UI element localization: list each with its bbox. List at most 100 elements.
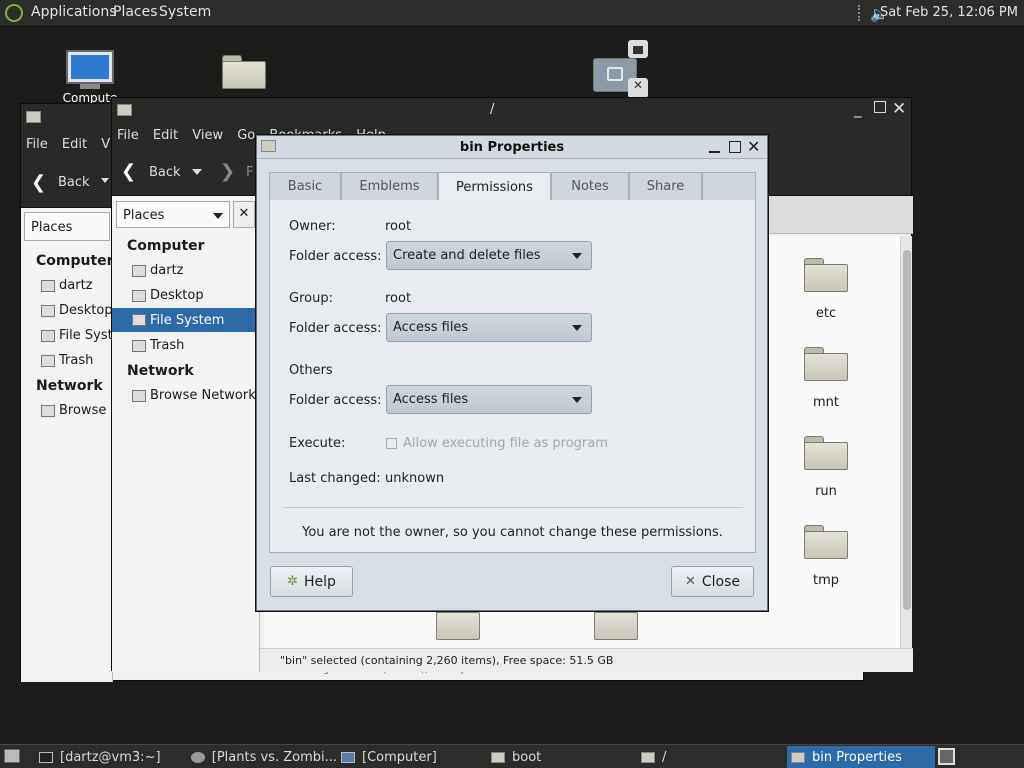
places-combo[interactable]: Places xyxy=(116,201,230,228)
folder-item-partial[interactable] xyxy=(436,606,480,640)
close-button[interactable]: ✕ xyxy=(892,99,906,119)
back-sidebar-item-browse-network[interactable]: Browse N xyxy=(41,403,120,418)
execute-label: Execute: xyxy=(289,436,346,451)
tab-emblems[interactable]: Emblems xyxy=(341,172,438,200)
execute-checkbox[interactable]: Allow executing file as program xyxy=(386,436,608,451)
desktop-folder-icon xyxy=(132,289,146,302)
clock[interactable]: Sat Feb 25, 12:06 PM xyxy=(880,5,1018,20)
sidebar-item-file-system[interactable]: File System xyxy=(112,308,260,332)
back-button[interactable]: Back xyxy=(149,165,181,180)
properties-dialog[interactable]: bin Properties ✕ Basic Emblems Permissio… xyxy=(256,135,768,611)
task-boot[interactable]: boot xyxy=(487,746,635,768)
checkbox-icon xyxy=(386,438,397,449)
back-arrow-icon[interactable]: ❮ xyxy=(121,161,136,182)
sidebar-item-desktop[interactable]: Desktop xyxy=(132,288,204,303)
scrollbar-thumb[interactable] xyxy=(903,250,911,610)
last-changed-value: unknown xyxy=(385,471,445,486)
show-desktop-icon[interactable] xyxy=(4,749,20,763)
group-value: root xyxy=(385,291,412,306)
back-menu-edit[interactable]: Edit xyxy=(62,137,87,152)
places-combo-label: Places xyxy=(123,208,165,223)
bottom-panel: [dartz@vm3:~] [Plants vs. Zombi... [Comp… xyxy=(0,744,1024,768)
back-sidebar-item-dartz[interactable]: dartz xyxy=(41,278,92,293)
group-folder-access-select[interactable]: Access files xyxy=(386,313,592,342)
forward-button[interactable]: F xyxy=(246,165,253,180)
back-back-button[interactable]: Back xyxy=(58,175,90,190)
back-dropdown-icon[interactable] xyxy=(192,169,202,175)
back-sidebar-header-network: Network xyxy=(36,378,103,394)
owner-value: root xyxy=(385,219,412,234)
home-folder-icon xyxy=(132,264,146,277)
folder-item-partial[interactable] xyxy=(594,606,638,640)
help-button[interactable]: ✲ Help xyxy=(270,566,353,597)
others-folder-access-label: Folder access: xyxy=(289,393,382,408)
back-places-combo[interactable]: Places xyxy=(24,212,110,241)
tab-share[interactable]: Share xyxy=(629,172,702,200)
minimize-button[interactable]: _ xyxy=(854,100,862,118)
folder-item-tmp[interactable]: tmp xyxy=(796,525,856,588)
back-sidebar-item-trash[interactable]: Trash xyxy=(41,353,93,368)
close-button[interactable]: ✕ xyxy=(747,137,760,156)
places-menu[interactable]: Places xyxy=(113,4,158,20)
maximize-button[interactable] xyxy=(874,101,886,113)
window-folder-icon xyxy=(26,111,41,123)
statusbar: "bin" selected (containing 2,260 items),… xyxy=(260,648,913,672)
terminal-icon xyxy=(39,751,53,763)
back-dropdown-icon[interactable] xyxy=(101,178,109,183)
folder-item-mnt[interactable]: mnt xyxy=(796,347,856,410)
network-icon xyxy=(132,389,146,402)
applications-menu[interactable]: Applications xyxy=(31,4,117,20)
computer-icon xyxy=(341,751,355,763)
workspace-switcher[interactable] xyxy=(938,748,955,765)
last-changed-label: Last changed: xyxy=(289,471,381,486)
home-folder-icon xyxy=(41,279,55,292)
drive-icon xyxy=(41,329,55,342)
window-title: / xyxy=(490,102,495,117)
task-terminal[interactable]: [dartz@vm3:~] xyxy=(35,746,185,768)
close-sidebar-button[interactable]: ✕ xyxy=(233,201,255,228)
folder-item-run[interactable]: run xyxy=(796,436,856,499)
menu-edit[interactable]: Edit xyxy=(153,128,178,143)
scrollbar[interactable] xyxy=(900,236,912,648)
desktop-folder-icon xyxy=(41,304,55,317)
system-menu[interactable]: System xyxy=(159,4,211,20)
sidebar-item-browse-network[interactable]: Browse Network xyxy=(132,388,256,403)
back-menu-file[interactable]: File xyxy=(26,137,48,152)
chevron-down-icon xyxy=(572,397,582,403)
sidebar-header-computer: Computer xyxy=(127,238,205,254)
back-sidebar-item-desktop[interactable]: Desktop xyxy=(41,303,113,318)
task-root[interactable]: / xyxy=(637,746,785,768)
back-arrow-icon[interactable]: ❮ xyxy=(31,172,46,193)
drive-icon xyxy=(132,314,146,326)
menu-view[interactable]: View xyxy=(192,128,223,143)
tab-basic[interactable]: Basic xyxy=(269,172,341,200)
sidebar-item-dartz[interactable]: dartz xyxy=(132,263,183,278)
back-sidebar: Places Computer dartz Desktop File Syste… xyxy=(21,208,133,682)
tab-notes[interactable]: Notes xyxy=(551,172,629,200)
task-plants-vs-zombies[interactable]: [Plants vs. Zombi... xyxy=(187,746,337,768)
window-folder-icon xyxy=(117,104,132,116)
ownership-notice: You are not the owner, so you cannot cha… xyxy=(302,525,723,540)
others-folder-access-select[interactable]: Access files xyxy=(386,385,592,414)
task-bin-properties[interactable]: bin Properties xyxy=(787,746,935,768)
menu-file[interactable]: File xyxy=(117,128,139,143)
forward-arrow-icon[interactable]: ❯ xyxy=(220,161,235,182)
menu-go[interactable]: Go xyxy=(237,128,255,143)
minimize-button[interactable] xyxy=(709,151,720,153)
maximize-button[interactable] xyxy=(729,141,741,153)
distro-logo-icon[interactable] xyxy=(5,4,23,22)
sidebar-item-trash[interactable]: Trash xyxy=(132,338,184,353)
task-computer[interactable]: [Computer] xyxy=(337,746,485,768)
back-sidebar-header-computer: Computer xyxy=(36,253,114,269)
close-dialog-button[interactable]: ✕ Close xyxy=(671,566,754,597)
panel-handle xyxy=(858,5,866,21)
owner-folder-access-select[interactable]: Create and delete files xyxy=(386,241,592,270)
tab-permissions[interactable]: Permissions xyxy=(438,172,551,201)
tab-strip: Basic Emblems Permissions Notes Share xyxy=(269,172,756,201)
chevron-down-icon xyxy=(572,253,582,259)
owner-folder-access-label: Folder access: xyxy=(289,249,382,264)
close-icon: ✕ xyxy=(684,574,696,589)
desktop-folder-icon[interactable] xyxy=(222,55,266,89)
folder-item-etc[interactable]: etc xyxy=(796,258,856,321)
folder-icon xyxy=(641,751,655,763)
